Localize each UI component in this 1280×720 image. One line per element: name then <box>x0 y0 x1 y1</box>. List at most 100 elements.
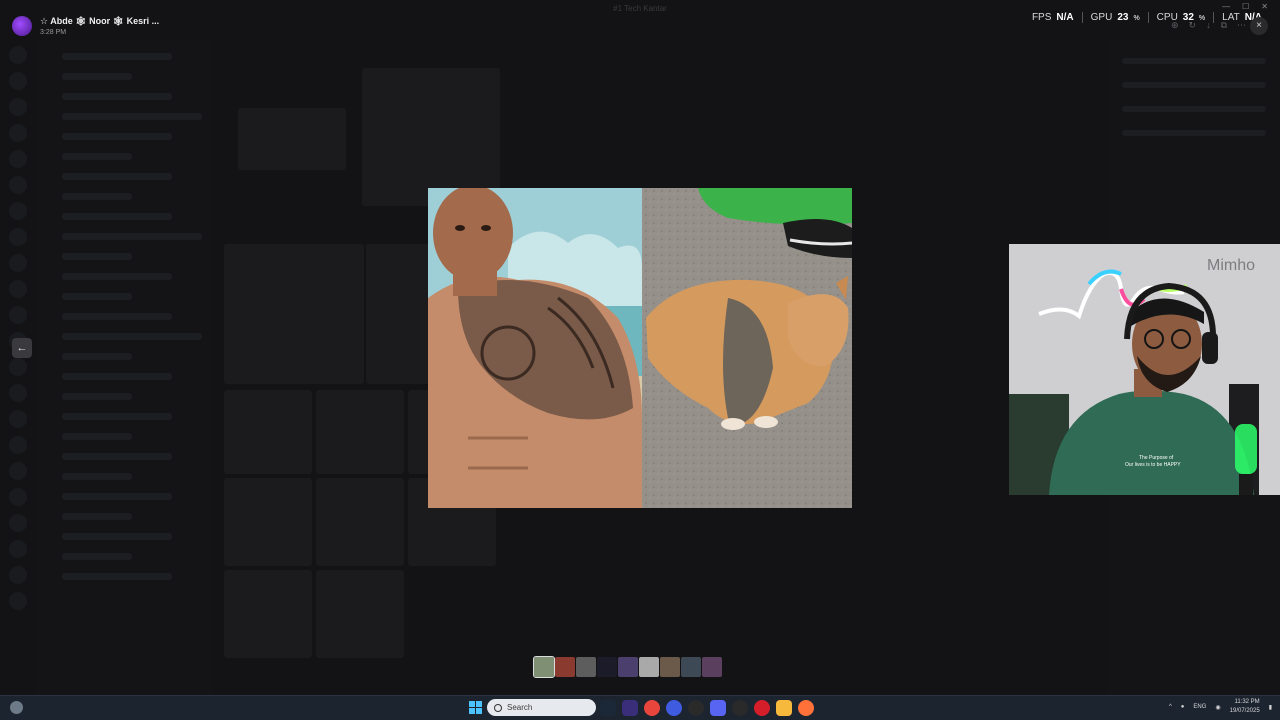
file-explorer-icon[interactable] <box>776 700 792 716</box>
chatgpt-icon[interactable] <box>688 700 704 716</box>
dm-list-item[interactable] <box>62 153 132 160</box>
server-icon[interactable] <box>9 98 27 116</box>
dm-list-item[interactable] <box>62 493 172 500</box>
firefox-icon[interactable] <box>798 700 814 716</box>
gallery-thumbnail[interactable] <box>533 656 555 678</box>
media-thumbnail[interactable] <box>362 68 500 206</box>
server-icon[interactable] <box>9 306 27 324</box>
media-thumbnail[interactable] <box>238 108 346 170</box>
server-icon[interactable] <box>9 514 27 532</box>
windows-start-icon[interactable] <box>469 701 482 714</box>
dm-list-item[interactable] <box>62 473 132 480</box>
dm-list-item[interactable] <box>62 573 172 580</box>
vpn-icon[interactable] <box>666 700 682 716</box>
server-icon[interactable] <box>9 462 27 480</box>
server-icon[interactable] <box>9 124 27 142</box>
dm-list-item[interactable] <box>62 193 132 200</box>
window-close-icon[interactable]: ✕ <box>1261 2 1268 11</box>
media-thumbnail[interactable] <box>224 244 364 384</box>
app-icon[interactable] <box>622 700 638 716</box>
microphone-icon[interactable]: ● <box>1181 704 1185 710</box>
rotate-icon[interactable]: ↻ <box>1189 20 1197 31</box>
server-icon[interactable] <box>9 280 27 298</box>
server-icon[interactable] <box>9 228 27 246</box>
main-image[interactable] <box>428 188 852 508</box>
author-username[interactable]: ☆ Abde 🕸 Noor 🕸 Kesri ... <box>40 16 159 27</box>
media-thumbnail[interactable] <box>224 390 312 474</box>
gallery-thumbnail[interactable] <box>639 657 659 677</box>
steam-icon[interactable] <box>600 700 616 716</box>
clock-date: 19/07/2025 <box>1229 708 1260 714</box>
gallery-thumbnail[interactable] <box>681 657 701 677</box>
dm-list-item[interactable] <box>62 293 132 300</box>
dm-list-item[interactable] <box>62 333 202 340</box>
zoom-icon[interactable]: ⊕ <box>1171 20 1179 31</box>
server-icon[interactable] <box>9 540 27 558</box>
minimize-icon[interactable]: — <box>1222 2 1230 11</box>
server-icon[interactable] <box>9 358 27 376</box>
widgets-icon[interactable] <box>10 701 23 714</box>
dm-list-item[interactable] <box>62 433 132 440</box>
dm-list-item[interactable] <box>62 73 132 80</box>
media-thumbnail[interactable] <box>316 478 404 566</box>
dm-list-item[interactable] <box>62 453 172 460</box>
gallery-thumbnail[interactable] <box>555 657 575 677</box>
dm-list-item[interactable] <box>62 253 132 260</box>
close-viewer-button[interactable]: × <box>1250 17 1268 35</box>
dm-list-item[interactable] <box>62 313 172 320</box>
server-icon[interactable] <box>9 592 27 610</box>
dm-list-item[interactable] <box>62 393 132 400</box>
taskbar-search[interactable]: Search <box>487 699 596 716</box>
dm-list-item[interactable] <box>62 413 172 420</box>
network-icon[interactable]: ◉ <box>1215 704 1220 711</box>
server-icon[interactable] <box>9 176 27 194</box>
previous-image-button[interactable]: ← <box>12 338 32 358</box>
dm-list-item[interactable] <box>62 353 132 360</box>
dm-list-item[interactable] <box>62 513 132 520</box>
gallery-thumbnail[interactable] <box>597 657 617 677</box>
dm-list-item[interactable] <box>62 533 172 540</box>
server-icon[interactable] <box>9 150 27 168</box>
server-icon[interactable] <box>9 254 27 272</box>
discord-icon[interactable] <box>710 700 726 716</box>
server-icon[interactable] <box>9 384 27 402</box>
media-thumbnail[interactable] <box>224 570 312 658</box>
opera-gx-icon[interactable] <box>754 700 770 716</box>
dm-list-item[interactable] <box>62 93 172 100</box>
media-thumbnail[interactable] <box>224 478 312 566</box>
gallery-thumbnail[interactable] <box>618 657 638 677</box>
clock[interactable]: 11:32 PM 19/07/2025 <box>1230 698 1260 716</box>
server-icon[interactable] <box>9 410 27 428</box>
gallery-thumbnail[interactable] <box>576 657 596 677</box>
language-indicator[interactable]: ENG <box>1193 704 1206 710</box>
gallery-thumbnail[interactable] <box>702 657 722 677</box>
gallery-thumbnail[interactable] <box>660 657 680 677</box>
open-in-browser-icon[interactable]: ⧉ <box>1221 20 1227 31</box>
notification-icon[interactable]: ▮ <box>1269 704 1272 711</box>
server-icon[interactable] <box>9 46 27 64</box>
server-icon[interactable] <box>9 566 27 584</box>
app-icon[interactable] <box>732 700 748 716</box>
dm-list-item[interactable] <box>62 133 172 140</box>
more-options-icon[interactable]: ⋯ <box>1237 20 1246 31</box>
dm-list-item[interactable] <box>62 113 202 120</box>
maximize-icon[interactable]: ☐ <box>1242 2 1249 11</box>
dm-list-item[interactable] <box>62 173 172 180</box>
avatar[interactable] <box>12 16 32 36</box>
server-icon[interactable] <box>9 202 27 220</box>
chrome-icon[interactable] <box>644 700 660 716</box>
media-thumbnail[interactable] <box>316 570 404 658</box>
cat-paw <box>754 416 778 428</box>
media-thumbnail[interactable] <box>316 390 404 474</box>
dm-list-item[interactable] <box>62 233 202 240</box>
server-icon[interactable] <box>9 436 27 454</box>
dm-list-item[interactable] <box>62 373 172 380</box>
server-icon[interactable] <box>9 488 27 506</box>
download-icon[interactable]: ↓ <box>1206 20 1211 31</box>
dm-list-item[interactable] <box>62 53 172 60</box>
chevron-up-icon[interactable]: ^ <box>1169 704 1172 710</box>
dm-list-item[interactable] <box>62 273 172 280</box>
server-icon[interactable] <box>9 72 27 90</box>
dm-list-item[interactable] <box>62 553 132 560</box>
dm-list-item[interactable] <box>62 213 172 220</box>
